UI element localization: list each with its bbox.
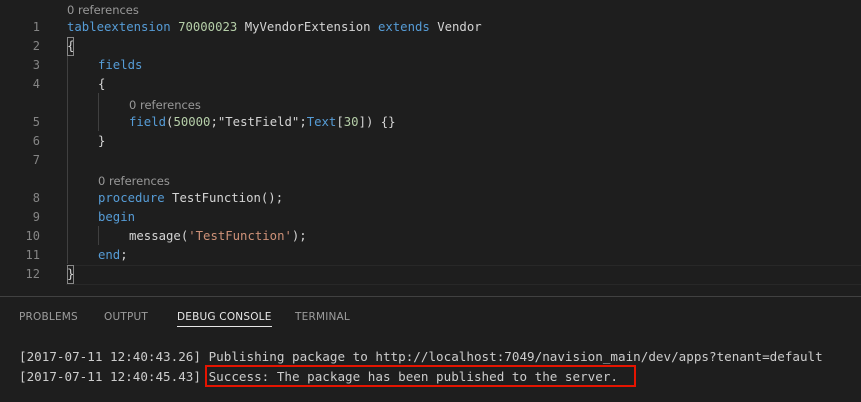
punct: {} xyxy=(373,115,396,129)
punct: (); xyxy=(260,191,284,205)
line-number: 6 xyxy=(32,134,40,148)
code-line-3: fields xyxy=(98,56,142,75)
code-lens-references[interactable]: 0 references xyxy=(98,173,170,189)
procedure-name: TestFunction xyxy=(164,191,261,205)
matching-brace: } xyxy=(67,265,75,284)
indent-guide xyxy=(98,93,99,131)
log-timestamp: [2017-07-11 12:40:45.43] xyxy=(19,369,201,384)
matching-brace: { xyxy=(67,37,75,56)
current-line-highlight xyxy=(66,265,861,285)
line-number: 9 xyxy=(32,210,40,224)
code-line-5: field(50000;"TestField";Text[30]) {} xyxy=(129,113,396,132)
code-line-8: procedure TestFunction(); xyxy=(98,189,283,208)
code-line-4: { xyxy=(98,75,105,94)
tab-terminal[interactable]: TERMINAL xyxy=(295,297,350,337)
punct: [ xyxy=(336,115,344,129)
keyword: fields xyxy=(98,58,143,72)
success-highlight-box xyxy=(205,365,636,387)
keyword: procedure xyxy=(98,191,165,205)
code-line-11: end; xyxy=(98,246,128,265)
log-message: Publishing package to http://localhost:7… xyxy=(208,349,823,364)
base-object: Vendor xyxy=(437,20,482,34)
punct: ; xyxy=(299,115,307,129)
function-name: field xyxy=(129,115,167,129)
indent-guide xyxy=(98,226,99,245)
field-id: 50000 xyxy=(173,115,211,129)
keyword: end xyxy=(98,248,121,262)
console-output-line: [2017-07-11 12:40:43.26] Publishing pack… xyxy=(19,347,823,366)
line-number: 10 xyxy=(25,229,40,243)
indent-guide xyxy=(67,55,68,264)
code-line-9: begin xyxy=(98,208,135,227)
line-number: 8 xyxy=(32,191,40,205)
type-name: Text xyxy=(306,115,337,129)
line-number: 7 xyxy=(32,153,40,167)
field-length: 30 xyxy=(343,115,359,129)
object-id: 70000023 xyxy=(178,20,238,34)
code-lens-references[interactable]: 0 references xyxy=(67,2,139,18)
line-number: 3 xyxy=(32,58,40,72)
log-timestamp: [2017-07-11 12:40:43.26] xyxy=(19,349,201,364)
punct: ; xyxy=(120,248,128,262)
line-number: 5 xyxy=(32,115,40,129)
code-line-1: tableextension 70000023 MyVendorExtensio… xyxy=(67,18,482,37)
code-line-6: } xyxy=(98,132,105,151)
code-line-12: } xyxy=(67,265,75,284)
punct: ; xyxy=(210,115,218,129)
brace: } xyxy=(98,134,106,148)
code-line-2: { xyxy=(67,37,75,56)
tab-problems[interactable]: PROBLEMS xyxy=(19,297,78,337)
keyword: extends xyxy=(377,20,430,34)
keyword: begin xyxy=(98,210,136,224)
punct: ]) xyxy=(358,115,374,129)
tab-output[interactable]: OUTPUT xyxy=(104,297,148,337)
punct: ); xyxy=(291,229,307,243)
field-name: "TestField" xyxy=(217,115,300,129)
brace: { xyxy=(98,77,106,91)
object-name: MyVendorExtension xyxy=(244,20,371,34)
panel-tabs: PROBLEMS OUTPUT DEBUG CONSOLE TERMINAL xyxy=(0,297,861,337)
tab-debug-console[interactable]: DEBUG CONSOLE xyxy=(177,297,272,337)
line-number: 11 xyxy=(25,248,40,262)
keyword: tableextension xyxy=(67,20,171,34)
function-name: message xyxy=(129,229,181,243)
line-number: 1 xyxy=(32,20,40,34)
line-number: 4 xyxy=(32,77,40,91)
code-editor[interactable]: 1 2 3 4 5 6 7 8 9 10 11 12 0 references … xyxy=(0,0,861,296)
code-lens-references[interactable]: 0 references xyxy=(129,97,201,113)
code-line-10: message('TestFunction'); xyxy=(129,227,307,246)
line-number: 12 xyxy=(25,267,40,281)
string-literal: 'TestFunction' xyxy=(188,229,292,243)
bottom-panel: PROBLEMS OUTPUT DEBUG CONSOLE TERMINAL [… xyxy=(0,296,861,402)
line-number: 2 xyxy=(32,39,40,53)
